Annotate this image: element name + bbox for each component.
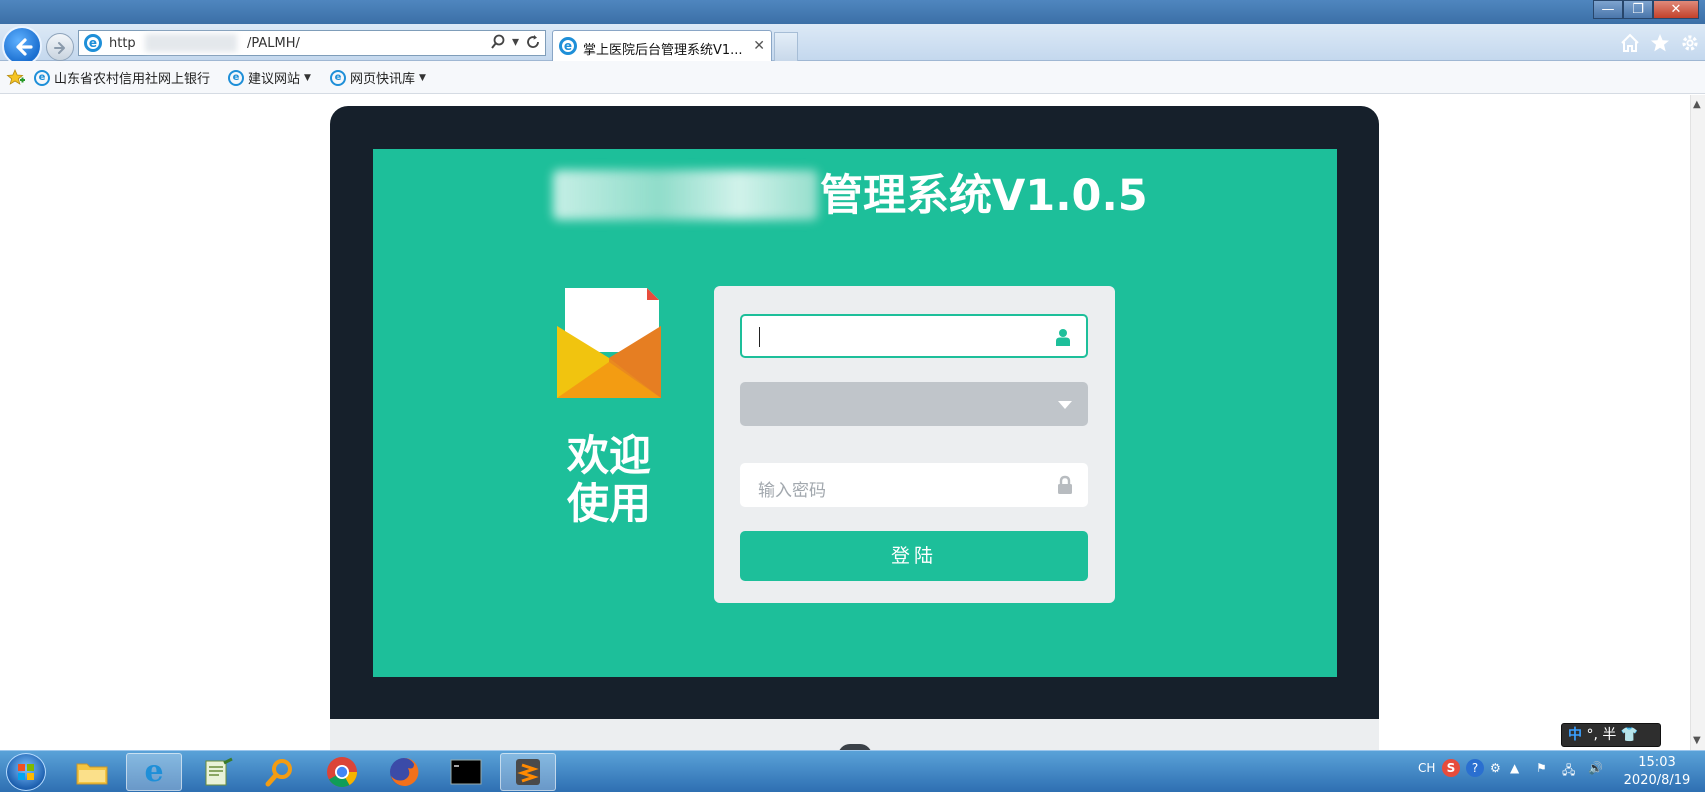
back-button[interactable] — [2, 26, 42, 66]
app-icon — [516, 759, 540, 785]
password-placeholder: 输入密码 — [758, 481, 826, 501]
fav-label: 建议网站 — [248, 72, 301, 87]
taskbar-app-ie[interactable]: e — [126, 753, 182, 791]
page-title: 管理系统V1.0.5 — [820, 171, 1148, 221]
address-bar[interactable]: e http /PALMH/ ▾ — [78, 30, 546, 56]
minimize-button[interactable]: — — [1593, 0, 1623, 19]
tray-settings-icon[interactable]: ⚙ — [1490, 761, 1501, 775]
scroll-up-icon[interactable]: ▲ — [1693, 99, 1701, 110]
url-path: /PALMH/ — [247, 36, 300, 51]
taskbar-app-terminal[interactable] — [438, 753, 494, 791]
maximize-button[interactable]: ❐ — [1623, 0, 1653, 19]
taskbar-app-editor[interactable] — [190, 753, 246, 791]
search-icon[interactable] — [490, 34, 506, 50]
firefox-icon — [390, 757, 419, 786]
taskbar: e CH S ? ⚙ ▲ ⚑ 🖧 🔊 15:03 2020/8/19 — [0, 750, 1705, 792]
forward-button[interactable] — [46, 33, 74, 61]
settings-gear-icon[interactable] — [1679, 32, 1701, 54]
text-cursor — [759, 327, 760, 347]
role-select[interactable] — [740, 382, 1088, 426]
favorites-add-icon[interactable] — [6, 68, 26, 88]
fav-item-web-slices[interactable]: e 网页快讯库 ▼ — [330, 68, 426, 87]
ime-mode: 中 — [1568, 727, 1582, 743]
ie-browser-icon: e — [144, 754, 164, 789]
url-prefix: http — [109, 36, 136, 51]
fav-item-suggested-sites[interactable]: e 建议网站 ▼ — [228, 68, 311, 87]
taskbar-app-sublime[interactable] — [500, 753, 556, 791]
password-input[interactable]: 输入密码 — [740, 463, 1088, 507]
fav-label: 网页快讯库 — [350, 72, 416, 87]
fav-item-bank[interactable]: e 山东省农村信用社网上银行 — [34, 68, 210, 87]
show-hidden-icons-icon[interactable]: ▲ — [1510, 761, 1519, 775]
forward-arrow-icon — [54, 42, 65, 54]
scroll-down-icon[interactable]: ▼ — [1693, 735, 1701, 746]
chevron-down-icon: ▼ — [419, 72, 426, 83]
volume-icon[interactable]: 🔊 — [1588, 761, 1603, 775]
window-titlebar: — ❐ ✕ — [0, 0, 1705, 24]
taskbar-app-firefox[interactable] — [376, 753, 432, 791]
windows-logo-icon — [18, 764, 34, 780]
browser-tools — [1619, 32, 1701, 54]
sogou-icon[interactable]: S — [1442, 759, 1460, 777]
ie-tab-icon: e — [559, 37, 577, 55]
ie-page-icon: e — [84, 34, 102, 52]
action-center-flag-icon[interactable]: ⚑ — [1536, 761, 1547, 775]
login-button[interactable]: 登陆 — [740, 531, 1088, 581]
username-input[interactable] — [740, 314, 1088, 358]
chrome-icon — [327, 757, 357, 788]
network-icon[interactable]: 🖧 — [1562, 761, 1575, 782]
ime-status: °, 半 — [1586, 727, 1617, 743]
system-title-redacted — [553, 170, 818, 220]
magnifier-icon — [265, 759, 292, 787]
vertical-scrollbar[interactable]: ▲ ▼ — [1690, 95, 1705, 750]
window-controls: — ❐ ✕ — [1593, 0, 1699, 19]
browser-navbar: e http /PALMH/ ▾ e 掌上医院后台管理系统V1.... ✕ — [0, 24, 1705, 66]
address-tools: ▾ — [490, 34, 541, 50]
clock-time: 15:03 — [1638, 755, 1676, 770]
ime-skin-icon: 👕 — [1620, 727, 1639, 743]
ime-toolbar[interactable]: 中 °, 半 👕 — [1561, 723, 1661, 747]
chevron-down-icon — [1058, 401, 1072, 409]
chevron-down-icon: ▼ — [304, 72, 311, 83]
tab-title: 掌上医院后台管理系统V1.... — [583, 43, 743, 58]
close-window-button[interactable]: ✕ — [1653, 0, 1699, 19]
favorites-star-icon[interactable] — [1649, 32, 1671, 54]
new-tab-button[interactable] — [774, 32, 798, 61]
start-button[interactable] — [6, 753, 46, 791]
fav-label: 山东省农村信用社网上银行 — [54, 72, 211, 87]
tray-language[interactable]: CH — [1418, 761, 1435, 775]
taskbar-app-search[interactable] — [252, 753, 308, 791]
taskbar-app-explorer[interactable] — [64, 753, 120, 791]
clock-date: 2020/8/19 — [1623, 773, 1691, 788]
dropdown-caret-icon[interactable]: ▾ — [512, 34, 519, 50]
terminal-icon — [450, 759, 482, 785]
url-redacted — [145, 34, 237, 52]
tab-main[interactable]: e 掌上医院后台管理系统V1.... ✕ — [552, 30, 772, 61]
help-icon[interactable]: ? — [1466, 759, 1484, 777]
home-icon[interactable] — [1619, 32, 1641, 54]
tab-close-icon[interactable]: ✕ — [753, 38, 765, 54]
system-clock[interactable]: 15:03 2020/8/19 — [1617, 754, 1697, 790]
envelope-icon — [557, 288, 661, 398]
folder-icon — [76, 763, 108, 785]
ie-fav-icon: e — [228, 69, 244, 86]
notepad-icon — [205, 757, 233, 786]
favorites-bar: e 山东省农村信用社网上银行 e 建议网站 ▼ e 网页快讯库 ▼ — [0, 61, 1705, 94]
lock-icon — [1058, 475, 1072, 494]
welcome-text: 欢迎使用 — [566, 431, 651, 528]
refresh-icon[interactable] — [525, 34, 541, 50]
back-arrow-icon — [16, 38, 33, 56]
taskbar-app-chrome[interactable] — [314, 753, 370, 791]
ie-fav-icon: e — [330, 69, 346, 86]
ie-fav-icon: e — [34, 69, 50, 86]
user-icon — [1056, 329, 1070, 346]
